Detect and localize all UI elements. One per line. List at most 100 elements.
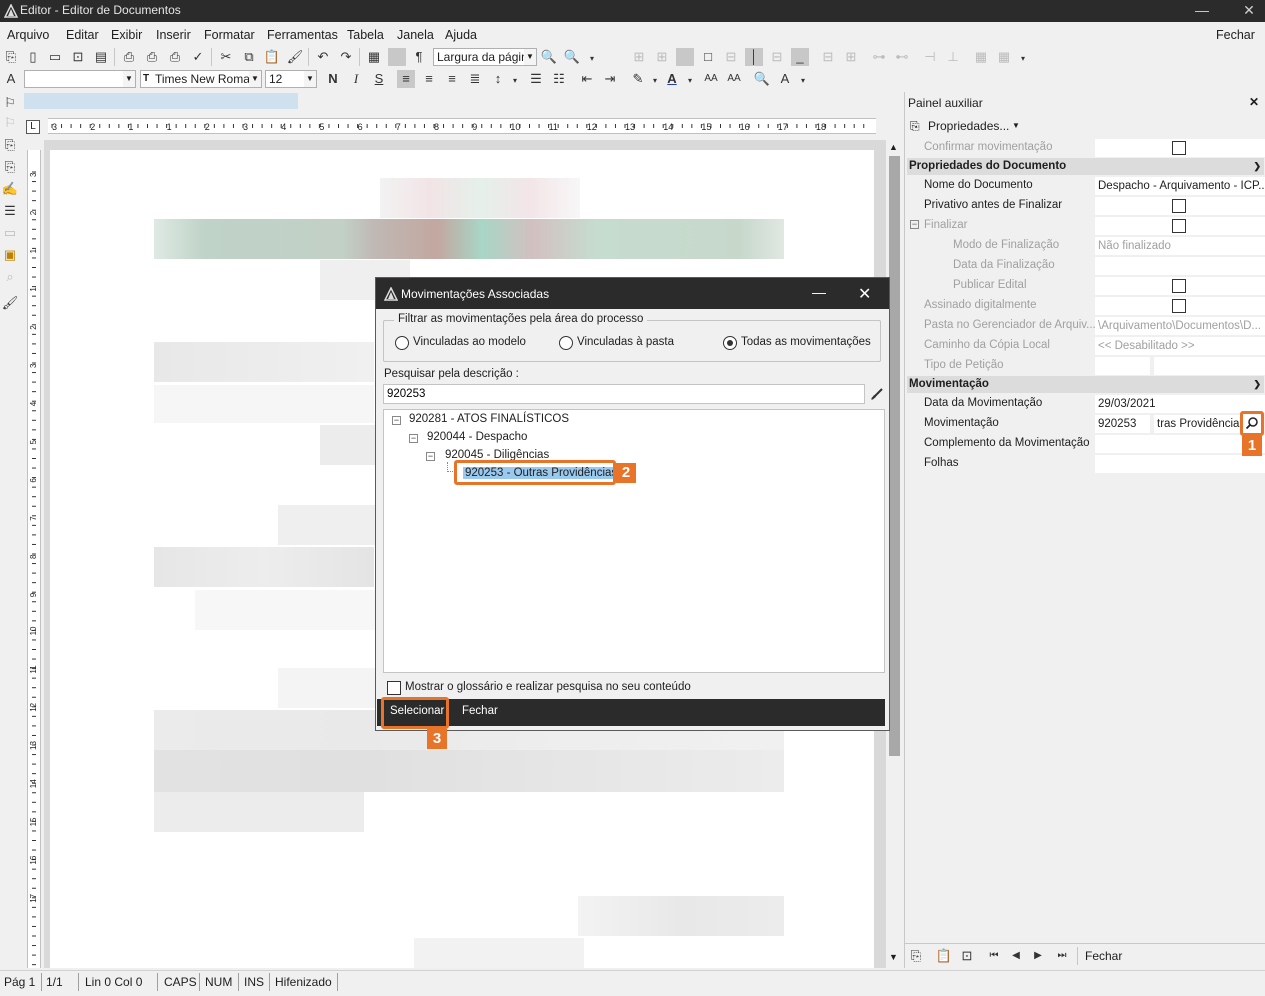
copy-props-icon[interactable]: ⎘ xyxy=(907,947,925,965)
properties-dropdown[interactable]: ⎘ Propriedades... ▼ xyxy=(908,118,1263,136)
first-record-icon[interactable]: ⏮ xyxy=(985,947,1003,965)
signature-icon[interactable]: ✍ xyxy=(1,180,19,198)
mov-header[interactable]: Movimentação ❯ xyxy=(907,376,1264,393)
chevron-down-icon[interactable]: ▾ xyxy=(583,50,601,68)
tree-collapse-icon[interactable]: − xyxy=(426,452,435,461)
tree-node-atos[interactable]: 920281 - ATOS FINALÍSTICOS xyxy=(409,413,569,425)
collapse-toggle-icon[interactable]: − xyxy=(910,220,919,229)
style-select[interactable]: ▼ xyxy=(24,70,136,88)
line-spacing-icon[interactable]: ↕ xyxy=(489,70,507,88)
doc-props-header[interactable]: Propriedades do Documento ❯ xyxy=(907,158,1264,175)
dialog-close-button[interactable]: ✕ xyxy=(858,284,871,304)
format-painter-icon[interactable]: 🖌 xyxy=(286,48,304,66)
table-top-border-icon[interactable]: ⊟ xyxy=(768,48,786,66)
table-props-icon[interactable]: ▦ xyxy=(972,48,990,66)
nome-value[interactable]: Despacho - Arquivamento - ICP... xyxy=(1095,177,1265,195)
table-vertical-border-icon[interactable]: │ xyxy=(745,48,763,66)
insert-row-icon[interactable]: ⊶ xyxy=(870,48,888,66)
font-color-icon[interactable]: A xyxy=(663,70,681,88)
close-window-button[interactable]: ✕ xyxy=(1236,0,1262,22)
glossary-checkbox[interactable] xyxy=(387,681,401,695)
table-bottom-border-icon[interactable]: _ xyxy=(791,48,809,66)
replace-icon[interactable]: A xyxy=(776,70,794,88)
radio-pasta[interactable] xyxy=(559,336,573,350)
save-as-icon[interactable]: ⊡ xyxy=(69,48,87,66)
highlight-icon[interactable]: ✎ xyxy=(629,70,647,88)
menu-editar[interactable]: Editar xyxy=(66,28,99,42)
undo-icon[interactable]: ↶ xyxy=(314,48,332,66)
menu-janela[interactable]: Janela xyxy=(397,28,434,42)
zoom-select[interactable]: Largura da págin ▼ xyxy=(433,48,537,66)
bullet-list-icon[interactable]: ☰ xyxy=(527,70,545,88)
radio-modelo[interactable] xyxy=(395,336,409,350)
underline-button[interactable]: S xyxy=(370,70,388,88)
prev-record-icon[interactable]: ◀ xyxy=(1007,947,1025,965)
radio-todas-label[interactable]: Todas as movimentações xyxy=(741,336,871,348)
grow-font-icon[interactable]: AA xyxy=(725,70,743,88)
copy-icon[interactable]: ⧉ xyxy=(240,48,258,66)
increase-indent-icon[interactable]: ⇥ xyxy=(601,70,619,88)
paste-icon[interactable]: 📋 xyxy=(263,48,281,66)
minimize-button[interactable]: — xyxy=(1190,0,1214,22)
eraser-icon[interactable] xyxy=(869,386,885,402)
save-icon[interactable]: ▤ xyxy=(92,48,110,66)
search-movimentacao-button[interactable] xyxy=(1243,414,1261,433)
radio-pasta-label[interactable]: Vinculadas à pasta xyxy=(577,336,674,348)
delete-row-icon[interactable]: ⊣ xyxy=(921,48,939,66)
numbered-list-icon[interactable]: ☷ xyxy=(550,70,568,88)
zoom-in-icon[interactable]: 🔍 xyxy=(563,48,581,66)
decrease-indent-icon[interactable]: ⇤ xyxy=(578,70,596,88)
chevron-down-icon[interactable]: ▾ xyxy=(506,72,524,90)
open-icon[interactable]: ▭ xyxy=(46,48,64,66)
mov-desc-field[interactable]: tras Providências xyxy=(1154,415,1244,433)
panel-close-button[interactable]: Fechar xyxy=(1085,949,1122,963)
tab-stop-selector[interactable]: L xyxy=(26,120,40,134)
font-select[interactable]: T Times New Roman ▼ xyxy=(140,70,262,88)
new-from-template-icon[interactable]: ⎘ xyxy=(2,48,20,66)
justify-icon[interactable]: ≣ xyxy=(466,70,484,88)
table-outline-icon[interactable]: □ xyxy=(699,48,717,66)
find-icon[interactable]: 🔍 xyxy=(753,70,771,88)
style-icon[interactable]: A xyxy=(2,70,20,88)
insert-column-icon[interactable]: ⊷ xyxy=(893,48,911,66)
menu-exibir[interactable]: Exibir xyxy=(111,28,142,42)
menu-formatar[interactable]: Formatar xyxy=(204,28,255,42)
redo-icon[interactable]: ↷ xyxy=(337,48,355,66)
new-document-icon[interactable]: ▯ xyxy=(24,48,42,66)
chevron-down-icon[interactable]: ▾ xyxy=(681,72,699,90)
table-border-icon[interactable]: ⊞ xyxy=(630,48,648,66)
cut-icon[interactable]: ✂ xyxy=(217,48,235,66)
list-icon[interactable]: ☰ xyxy=(1,202,19,220)
radio-todas[interactable] xyxy=(723,336,737,350)
privativo-checkbox[interactable] xyxy=(1172,199,1186,213)
zoom-out-icon[interactable]: 🔍 xyxy=(540,48,558,66)
menu-arquivo[interactable]: Arquivo xyxy=(7,28,49,42)
finalizar-checkbox[interactable] xyxy=(1172,219,1186,233)
folder-icon[interactable]: ▭ xyxy=(1,224,19,242)
font-size-select[interactable]: 12 ▼ xyxy=(265,70,317,88)
align-center-icon[interactable]: ≡ xyxy=(420,70,438,88)
scroll-down-icon[interactable]: ▼ xyxy=(889,952,898,962)
panel-close-icon[interactable]: ✕ xyxy=(1249,95,1259,109)
bold-button[interactable]: N xyxy=(324,70,342,88)
print-icon[interactable]: ⎙ xyxy=(120,48,138,66)
next-record-icon[interactable]: ▶ xyxy=(1029,947,1047,965)
documents-icon[interactable]: ⎘ xyxy=(1,158,19,176)
mov-data-value[interactable]: 29/03/2021 xyxy=(1095,395,1265,413)
dialog-fechar-button[interactable]: Fechar xyxy=(462,705,498,717)
table-inner-border-icon[interactable]: ⊞ xyxy=(653,48,671,66)
tree-collapse-icon[interactable]: − xyxy=(392,416,401,425)
shrink-font-icon[interactable]: AA xyxy=(702,70,720,88)
split-cells-icon[interactable]: ⊟ xyxy=(819,48,837,66)
publicar-checkbox[interactable] xyxy=(1172,279,1186,293)
table-left-border-icon[interactable]: ⊟ xyxy=(722,48,740,66)
glossary-label[interactable]: Mostrar o glossário e realizar pesquisa … xyxy=(405,681,691,693)
insert-table-icon[interactable]: ▦ xyxy=(365,48,383,66)
scroll-thumb[interactable] xyxy=(889,156,900,756)
folhas-field[interactable] xyxy=(1095,455,1265,473)
chevron-down-icon[interactable]: ▾ xyxy=(1014,50,1032,68)
show-formatting-icon[interactable]: ¶ xyxy=(410,48,428,66)
search-process-icon[interactable]: ⌕ xyxy=(1,268,19,286)
assinado-checkbox[interactable] xyxy=(1172,299,1186,313)
spellcheck-icon[interactable]: ✓ xyxy=(189,48,207,66)
